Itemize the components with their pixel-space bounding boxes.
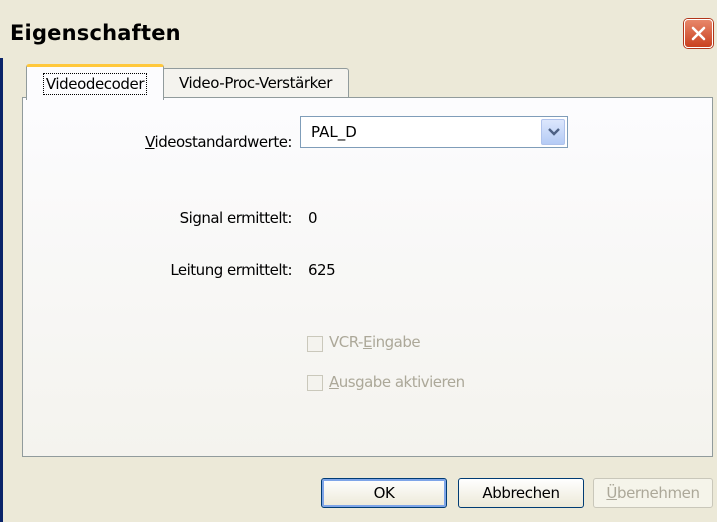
tab-label: Video-Proc-Verstärker: [179, 74, 332, 92]
lines-label: Leitung ermittelt:: [170, 261, 292, 279]
vcr-input-checkbox[interactable]: [307, 336, 323, 352]
enable-output-checkbox[interactable]: [307, 375, 323, 391]
tab-videodecoder[interactable]: Videodecoder: [26, 64, 164, 100]
close-button[interactable]: [684, 19, 713, 48]
video-standard-label: Videostandardwerte:: [145, 133, 292, 151]
dropdown-button[interactable]: [541, 119, 565, 145]
apply-button[interactable]: Übernehmen: [593, 478, 713, 508]
window-title: Eigenschaften: [10, 21, 181, 45]
select-value: PAL_D: [311, 123, 357, 141]
ok-button[interactable]: OK: [321, 478, 447, 508]
enable-output-label: Ausgabe aktivieren: [329, 373, 465, 391]
close-icon: [691, 26, 706, 41]
video-standard-select[interactable]: PAL_D: [300, 116, 568, 148]
signal-label: Signal ermittelt:: [179, 209, 293, 227]
vcr-input-label: VCR-Eingabe: [329, 333, 421, 351]
title-bar: Eigenschaften: [0, 0, 717, 58]
tab-video-proc-verstaerker[interactable]: Video-Proc-Verstärker: [162, 68, 349, 97]
chevron-down-icon: [548, 128, 560, 136]
window-edge: [0, 0, 3, 522]
cancel-button[interactable]: Abbrechen: [458, 478, 584, 508]
signal-value: 0: [308, 209, 318, 227]
tab-label: Videodecoder: [42, 72, 148, 95]
lines-value: 625: [308, 261, 336, 279]
